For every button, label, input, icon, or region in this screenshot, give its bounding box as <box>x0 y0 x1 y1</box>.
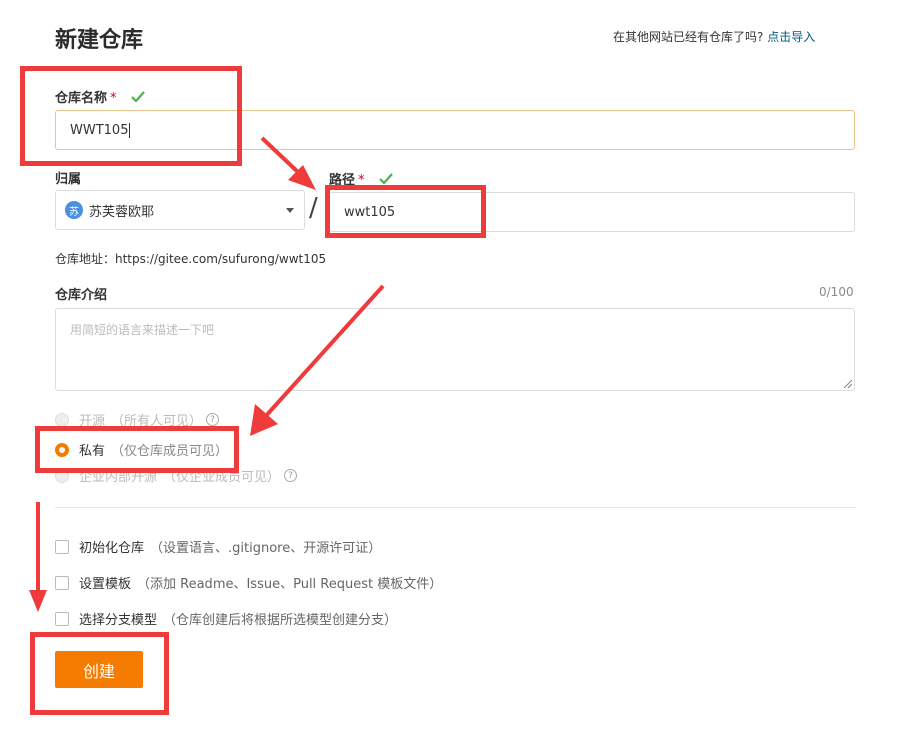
arrow-to-private <box>250 284 385 436</box>
arrow-to-create <box>29 502 47 612</box>
arrow-to-path <box>260 136 316 190</box>
annotation-arrows <box>29 136 385 612</box>
